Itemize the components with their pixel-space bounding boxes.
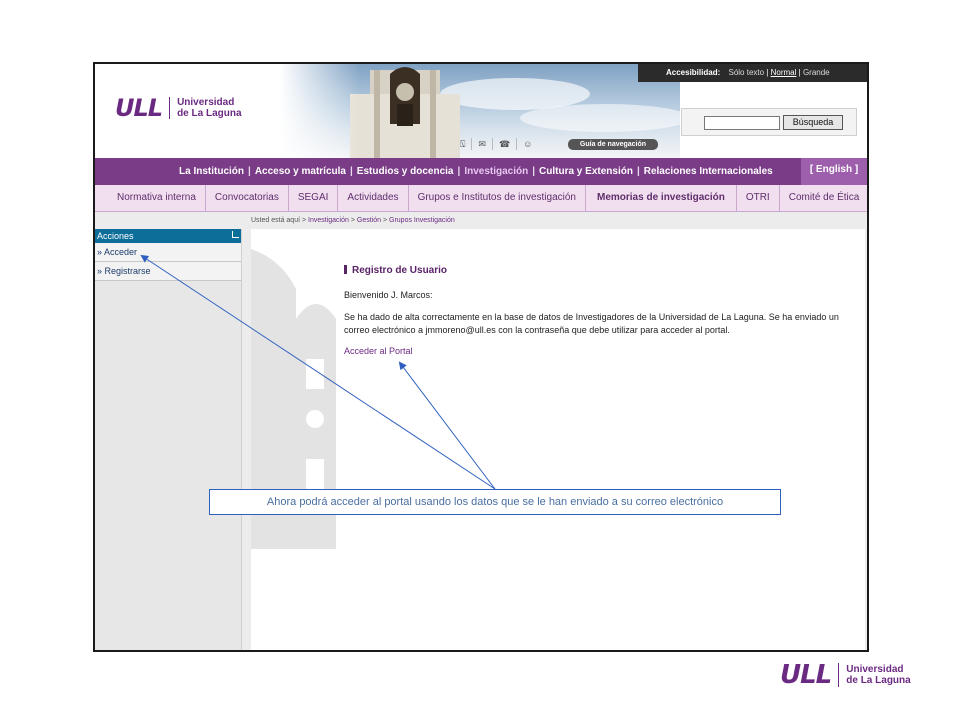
logo-line-2: de La Laguna <box>177 108 242 119</box>
footer-logo-line-1: Universidad <box>846 664 904 675</box>
accessibility-label: Accesibilidad: <box>666 68 721 77</box>
normal-size-link[interactable]: Normal <box>771 68 797 77</box>
main-navigation: La Institución | Acceso y matrícula | Es… <box>95 158 867 185</box>
nav-item-institucion[interactable]: La Institución <box>175 166 248 177</box>
footer-logo-separator <box>838 663 840 687</box>
sidebar-item-label: » Acceder <box>97 247 138 257</box>
sidebar-item-label: » Registrarse <box>97 266 151 276</box>
phone-icon[interactable]: ☎ <box>491 138 516 150</box>
sidebar: Acciones » Acceder » Registrarse <box>95 229 242 650</box>
sidebar-header: Acciones <box>95 229 241 243</box>
sidebar-item-acceder[interactable]: » Acceder <box>95 243 241 262</box>
corner-icon <box>232 231 239 238</box>
logo-separator <box>169 97 171 119</box>
search-box: Búsqueda <box>681 108 857 136</box>
mail-icon[interactable]: ✉ <box>471 138 492 150</box>
subnav-grupos[interactable]: Grupos e Institutos de investigación <box>409 185 586 211</box>
breadcrumb-separator: > <box>350 217 355 224</box>
nav-item-cultura[interactable]: Cultura y Extensión <box>535 166 637 177</box>
subnav-comite-etica[interactable]: Comité de Ética <box>780 185 860 211</box>
breadcrumb-investigacion[interactable]: Investigación <box>308 217 349 224</box>
sitemap-icon[interactable]: ⍂ <box>454 138 471 150</box>
title-bullet <box>344 264 347 274</box>
confirmation-message: Se ha dado de alta correctamente en la b… <box>344 312 839 335</box>
breadcrumb: Usted está aquí > Investigación > Gestió… <box>251 217 455 224</box>
church-tower-image <box>350 67 460 158</box>
main-nav-items: La Institución | Acceso y matrícula | Es… <box>175 158 777 185</box>
footer-logo-line-2: de La Laguna <box>846 675 911 686</box>
nav-item-acceso[interactable]: Acceso y matrícula <box>251 166 350 177</box>
subnav-memorias[interactable]: Memorias de investigación <box>586 185 737 211</box>
breadcrumb-prefix: Usted está aquí > <box>251 217 307 224</box>
breadcrumb-separator: > <box>382 217 388 224</box>
text-only-link[interactable]: Sólo texto <box>728 68 764 77</box>
english-language-link[interactable]: [ English ] <box>801 158 867 185</box>
subnav-convocatorias[interactable]: Convocatorias <box>206 185 289 211</box>
subnav-otri[interactable]: OTRI <box>737 185 780 211</box>
access-portal-link[interactable]: Acceder al Portal <box>344 346 413 356</box>
browser-frame: ULL Universidad de La Laguna Accesibilid… <box>93 62 869 652</box>
main-content: Registro de Usuario Bienvenido J. Marcos… <box>251 229 865 650</box>
sub-navigation: Normativa interna Convocatorias SEGAI Ac… <box>95 185 867 212</box>
nav-item-investigacion[interactable]: Investigación <box>460 166 532 177</box>
photo-fade <box>280 64 360 158</box>
logo-line-1: Universidad <box>177 97 235 108</box>
accessibility-bar: Accesibilidad: Sólo texto | Normal | Gra… <box>638 64 867 82</box>
footer-logo-mark: ULL <box>780 660 832 690</box>
page-title: Registro de Usuario <box>344 264 448 276</box>
logo-text: Universidad de La Laguna <box>177 97 241 119</box>
breadcrumb-grupos[interactable]: Grupos Investigación <box>389 217 455 224</box>
search-input[interactable] <box>704 116 780 130</box>
footer-logo-text: Universidad de La Laguna <box>846 664 910 686</box>
subnav-normativa[interactable]: Normativa interna <box>95 185 206 211</box>
nav-item-estudios[interactable]: Estudios y docencia <box>353 166 458 177</box>
logo-mark: ULL <box>115 94 163 122</box>
navigation-guide-button[interactable]: Guía de navegación <box>568 139 658 150</box>
site-header: ULL Universidad de La Laguna Accesibilid… <box>95 64 867 158</box>
page-title-text: Registro de Usuario <box>352 265 448 276</box>
cloud <box>520 104 680 132</box>
annotation-callout: Ahora podrá acceder al portal usando los… <box>209 489 781 515</box>
users-icon[interactable]: ☺ <box>516 138 538 150</box>
ull-logo[interactable]: ULL Universidad de La Laguna <box>115 94 242 122</box>
search-button[interactable]: Búsqueda <box>783 115 843 130</box>
nav-item-relaciones[interactable]: Relaciones Internacionales <box>640 166 777 177</box>
sidebar-item-registrarse[interactable]: » Registrarse <box>95 262 241 281</box>
subnav-actividades[interactable]: Actividades <box>338 185 409 211</box>
header-icon-bar: ⍂ ✉ ☎ ☺ <box>454 137 538 151</box>
subnav-segai[interactable]: SEGAI <box>289 185 339 211</box>
sidebar-title: Acciones <box>97 231 134 241</box>
welcome-text: Bienvenido J. Marcos: <box>344 290 433 300</box>
large-size-link[interactable]: Grande <box>803 68 830 77</box>
footer-ull-logo: ULL Universidad de La Laguna <box>780 660 911 690</box>
breadcrumb-gestion[interactable]: Gestión <box>357 217 381 224</box>
